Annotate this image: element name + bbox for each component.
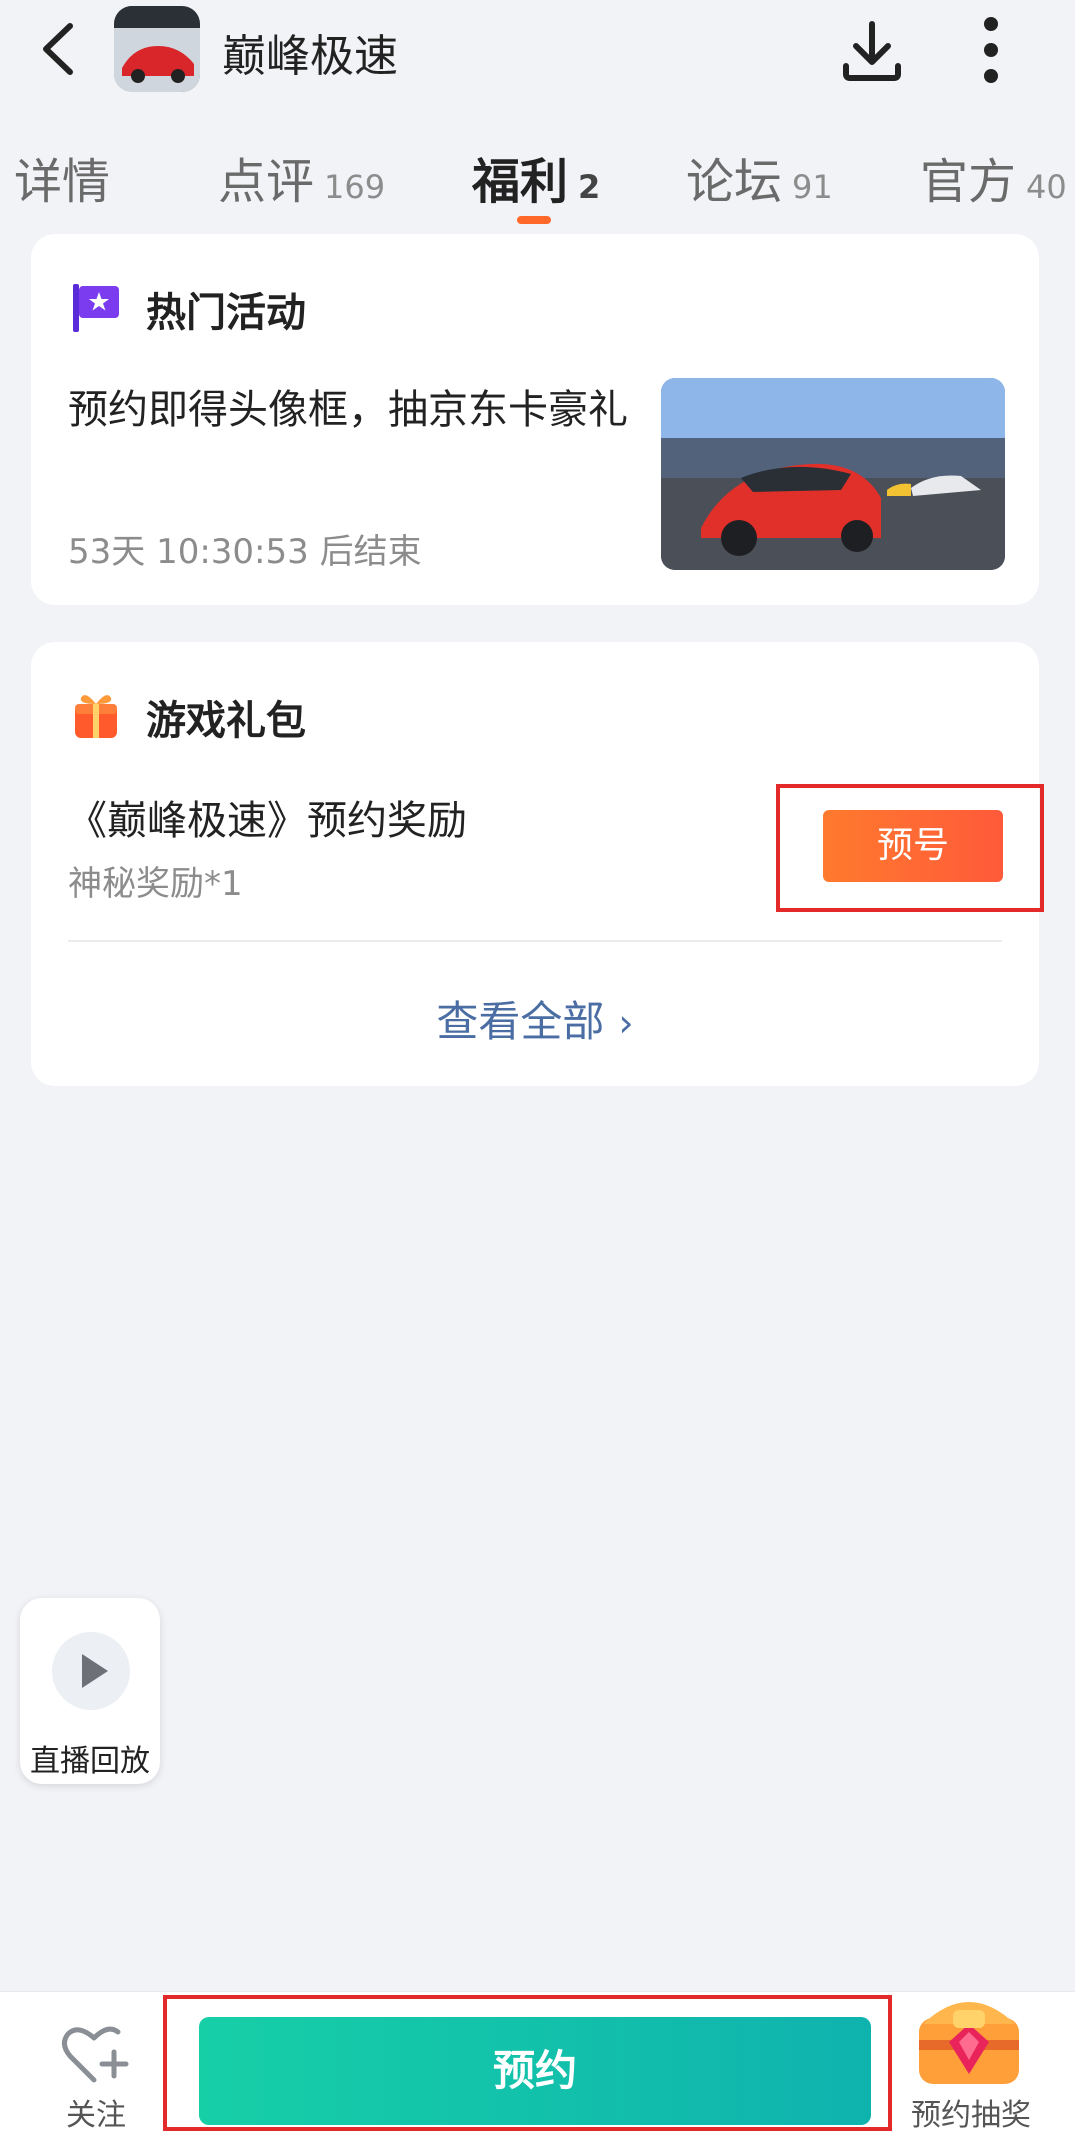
activity-description: 预约即得头像框，抽京东卡豪礼 — [68, 387, 628, 433]
follow-button[interactable] — [58, 2020, 134, 2090]
hot-activity-title: 热门活动 — [146, 290, 306, 336]
tab-count: 40 — [1026, 168, 1067, 206]
treasure-chest-icon[interactable] — [909, 1984, 1029, 2094]
divider — [68, 940, 1002, 942]
gift-icon — [71, 688, 121, 740]
tab-label: 点评 — [218, 154, 315, 210]
live-replay-button[interactable]: 直播回放 — [20, 1598, 160, 1784]
app-icon[interactable] — [114, 6, 200, 92]
flag-icon — [71, 282, 121, 334]
view-all-link[interactable]: 查看全部 › — [31, 988, 1039, 1049]
tab-label: 详情 — [14, 154, 111, 210]
active-tab-indicator — [517, 216, 551, 224]
lottery-label: 预约抽奖 — [911, 2098, 1031, 2133]
chevron-right-icon: › — [618, 1001, 634, 1045]
live-replay-label: 直播回放 — [30, 1744, 150, 1779]
tab-benefits[interactable]: 福利 2 — [472, 142, 600, 212]
highlight-box — [776, 784, 1044, 912]
back-icon — [43, 23, 73, 75]
hot-activity-card[interactable]: 热门活动 预约即得头像框，抽京东卡豪礼 53天 10:30:53 后结束 — [31, 234, 1039, 605]
heart-plus-icon — [62, 2026, 129, 2083]
game-gift-title: 游戏礼包 — [146, 698, 306, 744]
download-button[interactable] — [840, 16, 904, 86]
tab-official[interactable]: 官方 40 — [920, 142, 1067, 212]
gift-subtitle: 神秘奖励*1 — [68, 864, 243, 904]
activity-countdown: 53天 10:30:53 后结束 — [68, 532, 422, 572]
highlight-box — [163, 1995, 892, 2131]
tab-label: 官方 — [920, 154, 1017, 210]
activity-banner-image[interactable] — [661, 378, 1005, 570]
tab-forum[interactable]: 论坛 91 — [686, 142, 833, 212]
more-button[interactable] — [964, 14, 1018, 86]
tab-reviews[interactable]: 点评 169 — [218, 142, 385, 212]
follow-label: 关注 — [66, 2098, 126, 2133]
app-header: 巅峰极速 — [0, 0, 1075, 105]
download-icon — [843, 21, 901, 81]
play-icon — [52, 1632, 130, 1710]
tab-label: 福利 — [472, 154, 569, 210]
tab-bar: 详情 点评 169 福利 2 论坛 91 官方 40 — [0, 130, 1075, 230]
tab-details[interactable]: 详情 — [14, 142, 110, 212]
tab-label: 论坛 — [686, 154, 783, 210]
app-title: 巅峰极速 — [222, 31, 398, 82]
back-button[interactable] — [30, 14, 90, 84]
gift-name: 《巅峰极速》预约奖励 — [67, 798, 467, 844]
tab-count: 91 — [792, 168, 833, 206]
tab-count: 169 — [324, 168, 386, 206]
tab-count: 2 — [578, 168, 601, 206]
more-icon — [984, 17, 998, 83]
view-all-label: 查看全部 — [436, 997, 605, 1046]
